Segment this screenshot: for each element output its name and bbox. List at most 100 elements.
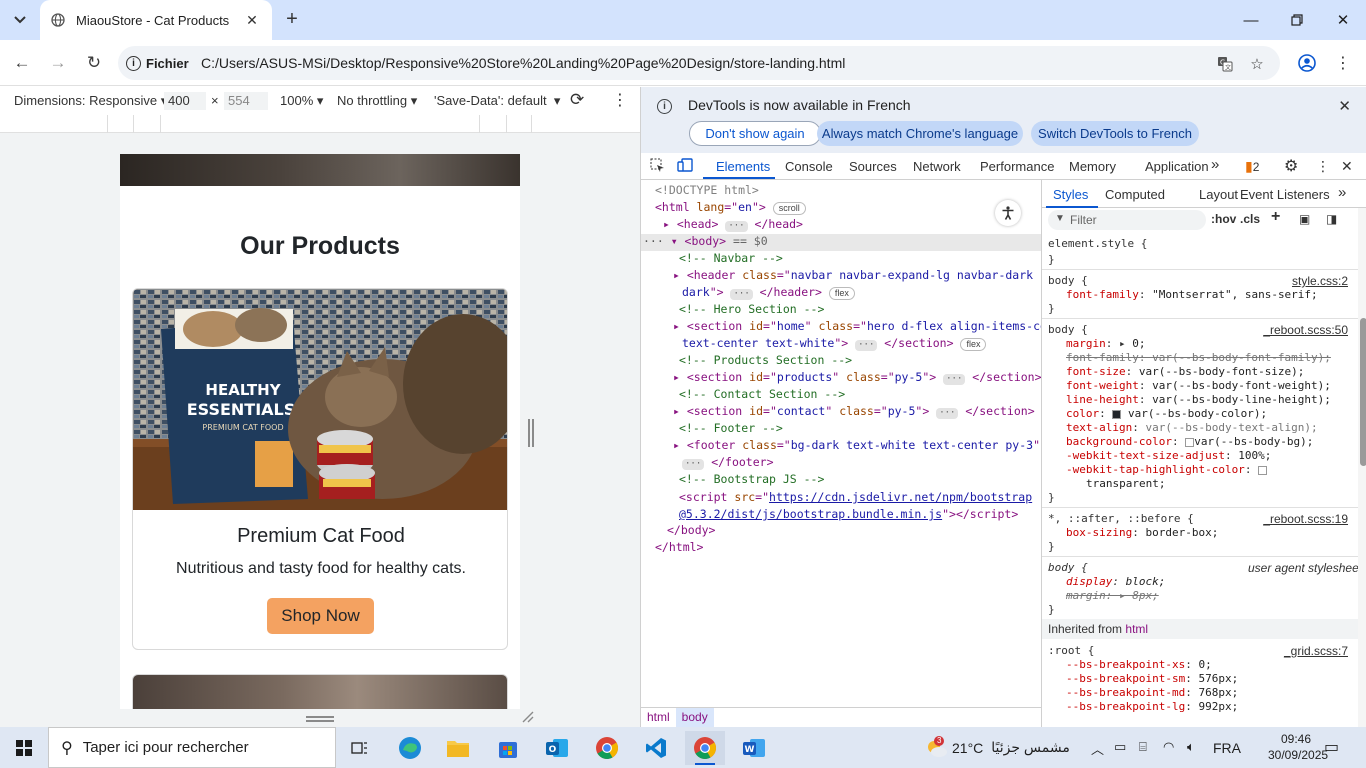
url-text[interactable]: C:/Users/ASUS-MSi/Desktop/Responsive%20S… (201, 55, 845, 71)
switch-devtools-french-button[interactable]: Switch DevTools to French (1031, 121, 1199, 146)
zoom-select[interactable]: 100% ▾ (280, 93, 323, 109)
breadcrumb-body[interactable]: body (675, 708, 714, 727)
tree-head[interactable]: ▸ <head> ··· </head> (663, 217, 1041, 234)
chrome-active-icon[interactable] (685, 731, 725, 765)
bookmark-star-icon[interactable]: ☆ (1246, 53, 1268, 75)
tree-html-close[interactable]: </html> (655, 540, 1041, 557)
tab-elements[interactable]: Elements (716, 159, 770, 174)
new-tab-button[interactable]: + (280, 8, 304, 32)
body-rule-reboot[interactable]: body {_reboot.scss:50 (1048, 323, 1358, 337)
tab-search-button[interactable] (6, 8, 34, 32)
network-icon[interactable]: ⌸ (1139, 739, 1147, 755)
height-input[interactable]: 554 (224, 92, 268, 110)
tab-computed[interactable]: Computed (1105, 187, 1165, 202)
window-close-icon[interactable]: ✕ (1320, 0, 1366, 40)
devtools-close-icon[interactable]: ✕ (1341, 158, 1353, 175)
volume-icon[interactable]: 🔈︎ (1187, 739, 1195, 755)
viewport-resize-handle-bottom[interactable] (306, 716, 334, 722)
tree-comment[interactable]: <!-- Hero Section --> (679, 302, 1041, 319)
hover-state-toggle[interactable]: :hov (1211, 212, 1236, 226)
dimensions-select[interactable]: Dimensions: Responsive ▾ (14, 93, 167, 109)
tree-html[interactable]: <html lang="en"> scroll (655, 200, 1041, 217)
tab-layout[interactable]: Layout (1199, 187, 1238, 202)
task-view-icon[interactable] (340, 731, 380, 765)
tree-script[interactable]: <script src="https://cdn.jsdelivr.net/np… (679, 489, 1039, 523)
settings-gear-icon[interactable]: ⚙ (1284, 156, 1298, 176)
tree-doctype[interactable]: <!DOCTYPE html> (655, 183, 1041, 200)
tree-comment[interactable]: <!-- Navbar --> (679, 251, 1041, 268)
tab-console[interactable]: Console (785, 159, 833, 174)
dont-show-again-button[interactable]: Don't show again (689, 121, 821, 146)
rotate-icon[interactable]: ⟳ (570, 90, 584, 110)
accessibility-tree-icon[interactable] (995, 200, 1021, 226)
browser-tab[interactable]: MiaouStore - Cat Products ✕ (40, 0, 272, 40)
element-style-rule[interactable]: element.style { (1048, 237, 1147, 251)
wifi-icon[interactable]: ◠ (1163, 739, 1174, 755)
more-panes-chevron-icon[interactable]: » (1338, 184, 1346, 201)
new-rule-plus-icon[interactable]: + (1271, 208, 1280, 226)
breadcrumb-html[interactable]: html (641, 708, 676, 727)
styles-filter-input[interactable]: ▼ Filter (1048, 210, 1206, 230)
more-tabs-chevron-icon[interactable]: » (1211, 156, 1219, 173)
windows-start-button[interactable] (0, 727, 48, 768)
universal-rule[interactable]: *, ::after, ::before {_reboot.scss:19 (1048, 512, 1358, 526)
profile-icon[interactable] (1295, 51, 1319, 75)
vscode-icon[interactable] (636, 731, 676, 765)
viewport-resize-handle-right[interactable] (528, 419, 534, 447)
meet-now-icon[interactable]: ▭ (1114, 739, 1126, 755)
toggle-sidebar-icon[interactable]: ◨ (1326, 212, 1337, 226)
tree-section-contact[interactable]: ▸ <section id="contact" class="py-5"> ··… (673, 404, 1041, 421)
tab-network[interactable]: Network (913, 159, 961, 174)
restore-icon[interactable] (1274, 0, 1320, 40)
inspect-element-icon[interactable] (650, 158, 665, 176)
back-arrow-icon[interactable]: ← (8, 49, 36, 77)
tab-sources[interactable]: Sources (849, 159, 897, 174)
viewport-resize-corner[interactable] (522, 711, 536, 725)
class-toggle[interactable]: .cls (1240, 212, 1260, 226)
site-info-chip[interactable]: i Fichier (126, 51, 189, 75)
body-rule-style-css[interactable]: body {style.css:2 (1048, 274, 1358, 288)
tab-memory[interactable]: Memory (1069, 159, 1116, 174)
styles-scrollbar[interactable] (1358, 208, 1366, 727)
tree-body-close[interactable]: </body> (667, 523, 1041, 540)
tree-comment[interactable]: <!-- Footer --> (679, 421, 1041, 438)
shop-now-button[interactable]: Shop Now (267, 598, 374, 634)
devtools-menu-icon[interactable]: ⋮ (1316, 158, 1330, 175)
language-indicator[interactable]: FRA (1213, 727, 1241, 768)
close-tab-icon[interactable]: ✕ (242, 12, 262, 29)
forward-arrow-icon[interactable]: → (44, 49, 72, 77)
weather-widget[interactable]: 3 21°C مشمس جزئيًا (924, 727, 1070, 768)
reload-icon[interactable]: ↻ (80, 49, 108, 77)
tree-comment[interactable]: <!-- Contact Section --> (679, 387, 1041, 404)
always-match-language-button[interactable]: Always match Chrome's language (817, 121, 1023, 146)
file-explorer-icon[interactable] (438, 731, 478, 765)
address-bar[interactable]: i Fichier C:/Users/ASUS-MSi/Desktop/Resp… (118, 46, 1280, 80)
notification-icon[interactable]: ▭ (1324, 737, 1339, 757)
tree-body[interactable]: ··· ▾ <body> == $0 (641, 234, 1041, 251)
tree-comment[interactable]: <!-- Products Section --> (679, 353, 1041, 370)
tab-styles[interactable]: Styles (1053, 187, 1088, 202)
save-data-select[interactable]: 'Save-Data': default ▾ (434, 93, 560, 109)
width-input[interactable]: 400 (164, 92, 206, 110)
tree-comment[interactable]: <!-- Bootstrap JS --> (679, 472, 1041, 489)
translate-icon[interactable]: G文 (1214, 53, 1236, 75)
tree-section-hero[interactable]: ▸ <section id="home" class="hero d-flex … (673, 319, 1041, 336)
minimize-icon[interactable]: — (1228, 0, 1274, 40)
throttling-select[interactable]: No throttling ▾ (337, 93, 417, 109)
tab-application[interactable]: Application (1145, 159, 1209, 174)
word-icon[interactable]: W (734, 731, 774, 765)
menu-kebab-icon[interactable]: ⋮ (1331, 51, 1355, 75)
tree-footer[interactable]: ▸ <footer class="bg-dark text-white text… (673, 438, 1041, 455)
system-clock[interactable]: 09:46 30/09/2025 (1268, 731, 1328, 763)
user-agent-rule[interactable]: body {user agent stylesheet (1048, 561, 1362, 575)
tab-performance[interactable]: Performance (980, 159, 1054, 174)
tree-section-products[interactable]: ▸ <section id="products" class="py-5"> ·… (673, 370, 1041, 387)
more-options-icon[interactable]: ⋮ (612, 90, 628, 110)
root-rule[interactable]: :root {_grid.scss:7 (1048, 644, 1358, 658)
device-toolbar-icon[interactable] (677, 158, 693, 176)
infobar-close-icon[interactable]: ✕ (1338, 97, 1351, 115)
media-query-ruler[interactable] (0, 115, 640, 133)
taskbar-search-input[interactable]: ⚲ Taper ici pour rechercher (48, 727, 336, 768)
store-icon[interactable] (488, 731, 528, 765)
chevron-up-icon[interactable]: ︿ (1091, 739, 1104, 758)
